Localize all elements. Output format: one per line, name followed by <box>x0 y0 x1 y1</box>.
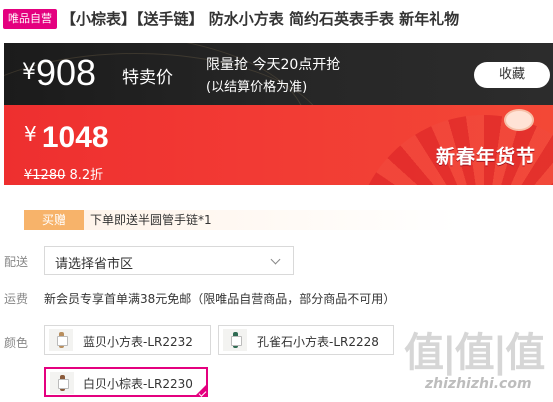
price-banner: ¥ 1048 ¥1280 8.2折 新春年货节 <box>4 105 553 185</box>
title-row: 唯品自营 【小棕表】【送手链】 防水小方表 简约石英表手表 新年礼物 <box>0 0 553 38</box>
color-option[interactable]: 孔雀石小方表-LR2228 <box>218 325 394 355</box>
gift-row: 买赠 下单即送半圆管手链*1 <box>24 210 553 230</box>
watch-face <box>57 336 68 346</box>
watermark-logo: 值|值|值 <box>404 330 545 376</box>
coin-decoration <box>504 109 534 131</box>
color-option-label: 孔雀石小方表-LR2228 <box>257 335 379 349</box>
watch-thumbnail <box>50 372 74 394</box>
watermark-url: zhizhizhi.com <box>425 376 532 392</box>
currency-symbol: ¥ <box>22 60 36 85</box>
color-option-label: 蓝贝小方表-LR2232 <box>83 335 193 349</box>
shipping-info: 新会员专享首单满38元免邮（限唯品自营商品，部分商品不可用） <box>44 292 396 306</box>
shipping-label: 运费 <box>4 292 29 306</box>
watch-face <box>58 379 69 389</box>
discount-rate: 8.2折 <box>69 168 104 183</box>
watch-thumbnail <box>223 329 247 351</box>
color-option[interactable]: 蓝贝小方表-LR2232 <box>44 325 211 355</box>
flash-sale-label: 特卖价 <box>122 68 173 88</box>
original-price-row: ¥1280 8.2折 <box>24 164 103 183</box>
current-price: ¥ 1048 <box>24 121 109 155</box>
chevron-down-icon <box>270 254 281 265</box>
flash-sale-info: 限量抢 今天20点开抢 <box>206 57 341 73</box>
flash-sale-price: ¥908 <box>22 49 96 97</box>
flash-sale-note: (以结算价格为准) <box>206 80 308 95</box>
current-price-value: 1048 <box>41 121 109 154</box>
watch-face <box>231 336 242 346</box>
self-operated-badge: 唯品自营 <box>3 9 57 29</box>
watch-thumbnail <box>49 329 73 351</box>
flash-price-value: 908 <box>36 52 97 93</box>
original-price: ¥1280 <box>24 168 66 183</box>
region-select-placeholder: 请选择省市区 <box>55 257 134 272</box>
region-select[interactable]: 请选择省市区 <box>44 246 294 275</box>
color-option-label: 白贝小棕表-LR2230 <box>83 377 193 391</box>
delivery-label: 配送 <box>4 255 29 269</box>
color-label: 颜色 <box>4 336 29 350</box>
color-option-selected[interactable]: 白贝小棕表-LR2230 <box>44 367 208 397</box>
currency-symbol: ¥ <box>24 122 37 146</box>
flash-sale-bar: ¥908 特卖价 限量抢 今天20点开抢 (以结算价格为准) 收藏 <box>4 43 553 105</box>
festival-banner-text: 新春年货节 <box>436 146 537 168</box>
favorite-button[interactable]: 收藏 <box>474 62 550 88</box>
gift-text: 下单即送半圆管手链*1 <box>90 213 212 227</box>
product-title: 【小棕表】【送手链】 防水小方表 简约石英表手表 新年礼物 <box>61 10 460 28</box>
gift-badge: 买赠 <box>24 210 84 230</box>
